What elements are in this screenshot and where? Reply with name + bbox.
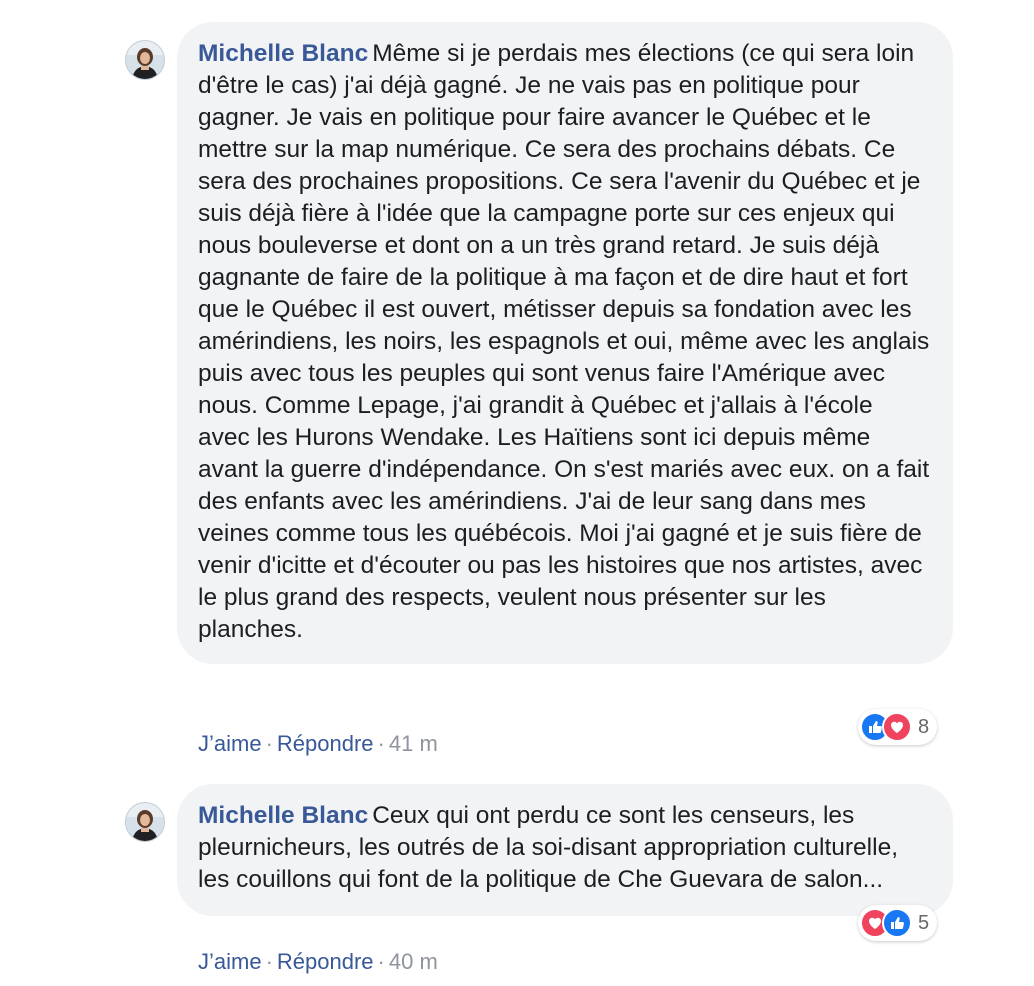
reply-link[interactable]: Répondre bbox=[277, 731, 374, 756]
comment-author[interactable]: Michelle Blanc bbox=[198, 802, 368, 829]
comment-text: Même si je perdais mes élections (ce qui… bbox=[198, 40, 930, 643]
separator: · bbox=[377, 949, 385, 974]
comment-author[interactable]: Michelle Blanc bbox=[198, 40, 368, 67]
comment-thread: Michelle Blanc Même si je perdais mes éle… bbox=[0, 0, 1034, 986]
like-link[interactable]: J’aime bbox=[198, 731, 262, 756]
separator: · bbox=[265, 731, 273, 756]
avatar[interactable] bbox=[125, 802, 165, 842]
profile-photo-icon bbox=[126, 803, 164, 841]
reaction-count: 8 bbox=[918, 715, 930, 738]
comment-actions: J’aime · Répondre · 40 m bbox=[198, 948, 438, 976]
timestamp[interactable]: 41 m bbox=[389, 731, 438, 756]
like-icon bbox=[882, 908, 912, 938]
avatar[interactable] bbox=[125, 40, 165, 80]
separator: · bbox=[377, 731, 385, 756]
timestamp[interactable]: 40 m bbox=[389, 949, 438, 974]
profile-photo-icon bbox=[126, 41, 164, 79]
reply-link[interactable]: Répondre bbox=[277, 949, 374, 974]
comment-bubble: Michelle Blanc Même si je perdais mes éle… bbox=[177, 22, 953, 664]
separator: · bbox=[265, 949, 273, 974]
love-icon bbox=[882, 712, 912, 742]
reaction-count: 5 bbox=[918, 911, 930, 934]
comment-actions: J’aime · Répondre · 41 m bbox=[198, 730, 438, 758]
reaction-summary[interactable]: 8 bbox=[858, 709, 938, 745]
comment-bubble: Michelle Blanc Ceux qui ont perdu ce sont… bbox=[177, 784, 953, 916]
like-link[interactable]: J’aime bbox=[198, 949, 262, 974]
reaction-summary[interactable]: 5 bbox=[858, 905, 938, 941]
